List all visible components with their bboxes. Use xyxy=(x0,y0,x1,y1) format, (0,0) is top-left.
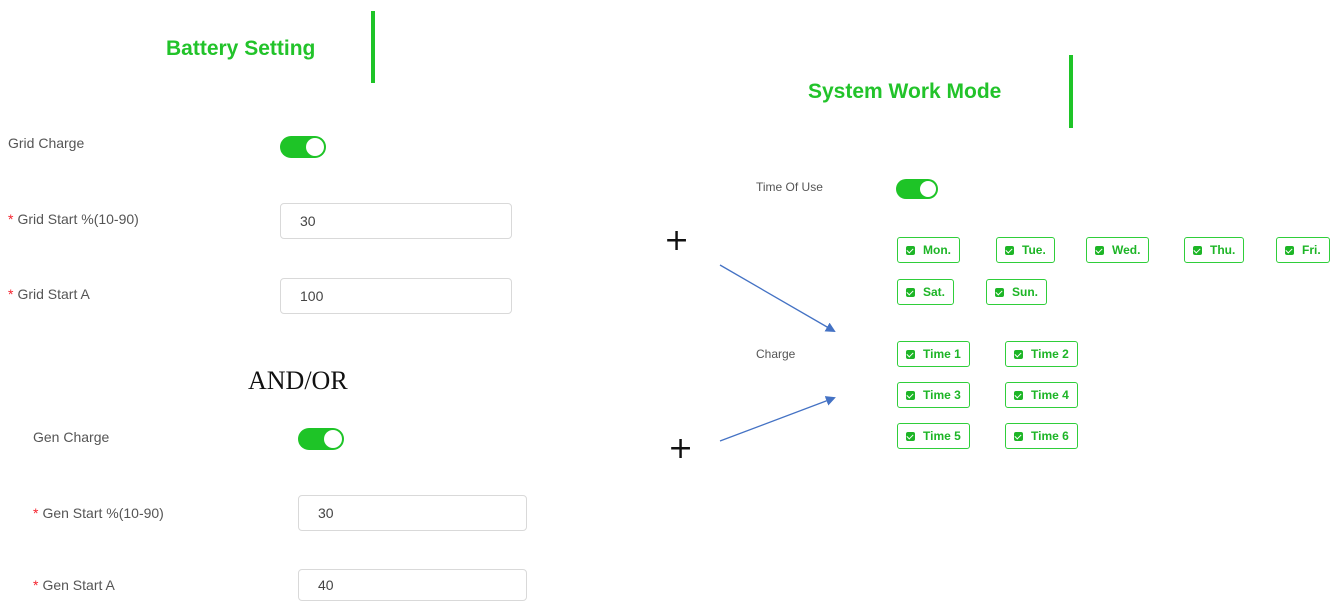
day-label: Fri. xyxy=(1302,243,1321,257)
gen-start-a-value: 40 xyxy=(318,577,334,593)
time-checkbox-5[interactable]: Time 5 xyxy=(897,423,970,449)
day-checkbox-sun[interactable]: Sun. xyxy=(986,279,1047,305)
day-checkbox-thu[interactable]: Thu. xyxy=(1184,237,1245,263)
check-icon xyxy=(906,245,915,255)
grid-start-percent-value: 30 xyxy=(300,213,316,229)
day-label: Thu. xyxy=(1210,243,1236,257)
switch-knob xyxy=(324,430,342,448)
check-icon xyxy=(906,390,915,400)
grid-start-percent-text: Grid Start %(10-90) xyxy=(17,211,139,227)
gen-charge-label: Gen Charge xyxy=(33,429,110,445)
arrow-bottom xyxy=(719,396,836,442)
gen-start-percent-value: 30 xyxy=(318,505,334,521)
time-label: Time 1 xyxy=(923,347,961,361)
check-icon xyxy=(1014,431,1023,441)
gen-start-a-text: Gen Start A xyxy=(42,577,115,593)
grid-charge-label: Grid Charge xyxy=(8,135,85,151)
day-label: Sat. xyxy=(923,285,946,299)
grid-start-percent-label: * Grid Start %(10-90) xyxy=(8,211,139,227)
day-label: Tue. xyxy=(1022,243,1046,257)
day-checkbox-fri[interactable]: Fri. xyxy=(1276,237,1330,263)
battery-title-divider xyxy=(371,11,375,83)
grid-start-a-text: Grid Start A xyxy=(17,286,90,302)
time-label: Time 5 xyxy=(923,429,961,443)
time-checkbox-2[interactable]: Time 2 xyxy=(1005,341,1078,367)
day-label: Wed. xyxy=(1112,243,1141,257)
required-mark: * xyxy=(33,505,39,521)
check-icon xyxy=(906,349,915,359)
system-work-mode-title: System Work Mode xyxy=(808,80,1002,103)
day-checkbox-sat[interactable]: Sat. xyxy=(897,279,955,305)
time-checkbox-1[interactable]: Time 1 xyxy=(897,341,970,367)
switch-knob xyxy=(920,181,936,197)
plus-sign-bottom: + xyxy=(668,431,694,466)
gen-start-a-label: * Gen Start A xyxy=(33,577,115,593)
required-mark: * xyxy=(8,211,14,227)
check-icon xyxy=(1014,349,1023,359)
grid-charge-switch[interactable] xyxy=(280,136,326,158)
grid-start-a-value: 100 xyxy=(300,288,324,304)
plus-sign-top: + xyxy=(664,223,690,258)
and-or-text: AND/OR xyxy=(248,366,348,395)
gen-charge-switch[interactable] xyxy=(298,428,344,450)
gen-start-percent-label: * Gen Start %(10-90) xyxy=(33,505,164,521)
day-checkbox-tue[interactable]: Tue. xyxy=(996,237,1055,263)
connector-arrows xyxy=(719,264,836,442)
check-icon xyxy=(906,431,915,441)
time-of-use-label: Time Of Use xyxy=(756,180,823,194)
time-label: Time 6 xyxy=(1031,429,1069,443)
check-icon xyxy=(995,287,1004,297)
grid-start-a-input[interactable]: 100 xyxy=(280,278,512,314)
day-checkbox-wed[interactable]: Wed. xyxy=(1086,237,1150,263)
grid-start-percent-input[interactable]: 30 xyxy=(280,203,512,239)
check-icon xyxy=(1193,245,1202,255)
time-label: Time 3 xyxy=(923,388,961,402)
day-label: Mon. xyxy=(923,243,951,257)
time-label: Time 2 xyxy=(1031,347,1069,361)
grid-start-a-label: * Grid Start A xyxy=(8,286,90,302)
gen-start-a-input[interactable]: 40 xyxy=(298,569,527,601)
required-mark: * xyxy=(33,577,39,593)
day-label: Sun. xyxy=(1012,285,1038,299)
time-checkbox-4[interactable]: Time 4 xyxy=(1005,382,1078,408)
arrow-top xyxy=(719,264,836,333)
charge-label: Charge xyxy=(756,347,796,361)
battery-setting-title: Battery Setting xyxy=(166,37,316,60)
work-mode-title-divider xyxy=(1069,55,1073,128)
time-of-use-switch[interactable] xyxy=(896,179,938,199)
time-label: Time 4 xyxy=(1031,388,1069,402)
day-checkbox-mon[interactable]: Mon. xyxy=(897,237,960,263)
gen-start-percent-input[interactable]: 30 xyxy=(298,495,527,531)
check-icon xyxy=(906,287,915,297)
check-icon xyxy=(1014,390,1023,400)
time-checkbox-3[interactable]: Time 3 xyxy=(897,382,970,408)
check-icon xyxy=(1285,245,1294,255)
required-mark: * xyxy=(8,286,14,302)
switch-knob xyxy=(306,138,324,156)
check-icon xyxy=(1005,245,1014,255)
gen-start-percent-text: Gen Start %(10-90) xyxy=(42,505,164,521)
time-checkbox-6[interactable]: Time 6 xyxy=(1005,423,1078,449)
check-icon xyxy=(1095,245,1104,255)
